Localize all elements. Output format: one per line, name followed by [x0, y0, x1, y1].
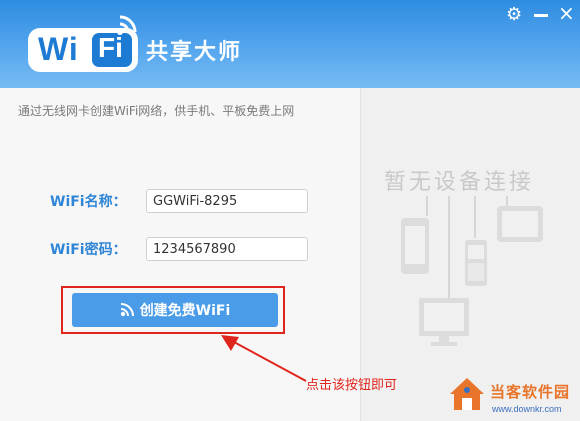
- annotation-text: 点击该按钮即可: [306, 378, 398, 393]
- gear-icon[interactable]: ⚙: [506, 4, 522, 25]
- tablet-icon: [497, 206, 543, 242]
- subtitle-text: 通过无线网卡创建WiFi网络，供手机、平板免费上网: [18, 104, 295, 118]
- wifi-signal-icon: [117, 15, 137, 35]
- wifi-name-label: WiFi名称：: [50, 194, 127, 210]
- create-wifi-label: 创建免费WiFi: [139, 303, 231, 319]
- device-panel: 暂无设备连接: [360, 88, 580, 421]
- watermark-url: www.downkr.com: [492, 404, 562, 414]
- phone-icon: [401, 218, 429, 274]
- rss-icon: [120, 303, 134, 317]
- logo-wi-text: Wi: [38, 31, 79, 67]
- minimize-icon[interactable]: [534, 14, 548, 17]
- create-wifi-button[interactable]: 创建免费WiFi: [72, 293, 278, 327]
- wifi-password-input[interactable]: [146, 237, 308, 261]
- wifi-password-label: WiFi密码：: [50, 242, 127, 258]
- title-bar: Wi Fi 共享大师 ⚙ ×: [0, 0, 580, 88]
- watermark-text: 当客软件园: [490, 383, 571, 401]
- house-logo-icon: [450, 378, 484, 410]
- monitor-icon: [419, 298, 469, 346]
- wifi-name-input[interactable]: [146, 189, 308, 213]
- settings-panel: 通过无线网卡创建WiFi网络，供手机、平板免费上网 WiFi名称： WiFi密码…: [0, 88, 360, 421]
- device-illustration: [401, 196, 543, 346]
- mobile-phone-icon: [465, 240, 487, 286]
- app-title: 共享大师: [146, 40, 243, 65]
- close-icon[interactable]: ×: [558, 1, 575, 25]
